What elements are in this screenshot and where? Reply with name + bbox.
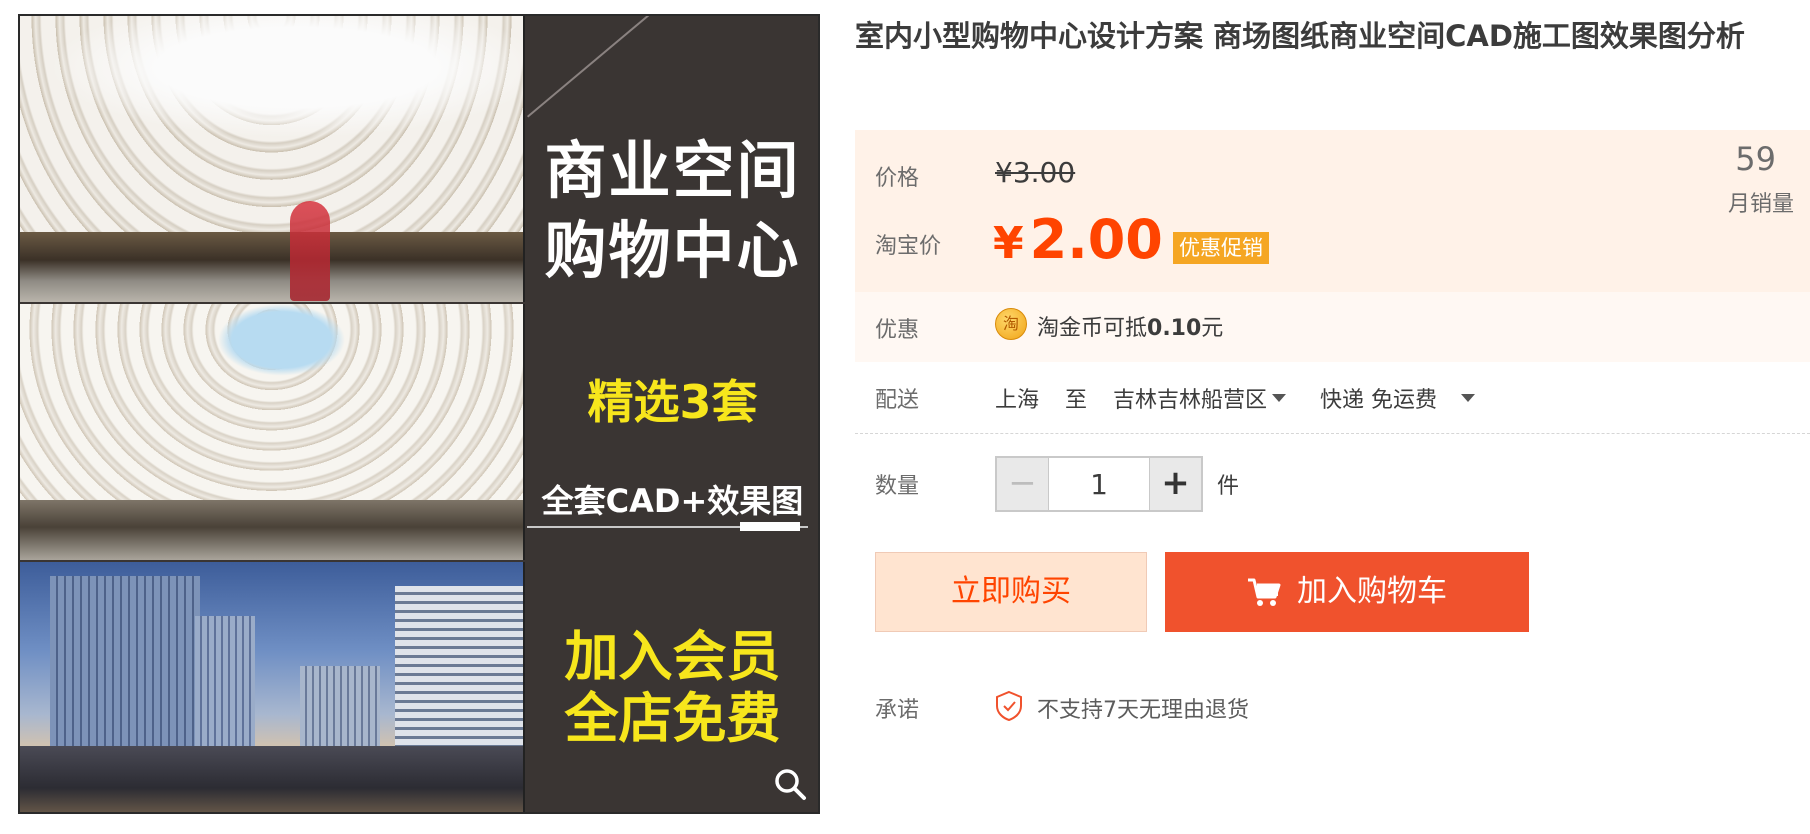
- decrease-quantity-button[interactable]: −: [997, 458, 1049, 510]
- ship-method[interactable]: 快递 免运费: [1320, 382, 1437, 414]
- quantity-input[interactable]: [1049, 458, 1149, 510]
- shipping-row: 配送 上海 至 吉林吉林船营区 快递 免运费: [855, 362, 1810, 434]
- product-title: 室内小型购物中心设计方案 商场图纸商业空间CAD施工图效果图分析: [855, 19, 1745, 53]
- mall-atrium-photo-2: [20, 304, 525, 560]
- ship-destination[interactable]: 吉林吉林船营区: [1113, 382, 1267, 414]
- promo-banner: 商业空间 购物中心 精选3套 全套CAD+效果图 加入会员 全店免费: [527, 16, 818, 812]
- coupon-row: 优惠 淘 淘金币可抵0.10元: [855, 292, 1810, 362]
- coupon-amount: 0.10: [1147, 316, 1202, 341]
- add-to-cart-label: 加入购物车: [1297, 574, 1447, 609]
- promise-label: 承诺: [875, 698, 920, 723]
- promo-divider-mark: [740, 522, 800, 531]
- promo-line-1: 商业空间: [544, 134, 801, 207]
- caret-down-icon[interactable]: [1461, 394, 1475, 402]
- shipping-label: 配送: [875, 388, 920, 413]
- coupon-text-suffix: 元: [1201, 316, 1224, 341]
- mall-exterior-photo: [20, 562, 525, 812]
- promo-member-line-1: 加入会员: [564, 625, 781, 688]
- coin-icon: 淘: [995, 308, 1027, 340]
- quantity-row: 数量 − + 件: [855, 454, 1810, 514]
- taobao-price-value: 2.00: [1029, 208, 1163, 271]
- product-main-image[interactable]: 商业空间 购物中心 精选3套 全套CAD+效果图 加入会员 全店免费: [18, 14, 820, 814]
- promo-cad-text: 全套CAD+效果图: [541, 482, 804, 520]
- promo-headline: 商业空间 购物中心: [527, 131, 818, 291]
- promo-badge: 优惠促销: [1173, 232, 1269, 264]
- taobao-price-label: 淘宝价: [875, 234, 942, 259]
- coupon-text: 淘金币可抵0.10元: [1037, 310, 1223, 342]
- shield-check-icon: [996, 690, 1022, 722]
- promo-member-text: 加入会员 全店免费: [527, 626, 818, 750]
- original-price: ¥3.00: [995, 156, 1076, 189]
- caret-down-icon[interactable]: [1272, 394, 1286, 402]
- quantity-stepper: − +: [995, 456, 1203, 512]
- monthly-sales-label: 月销量: [1727, 192, 1794, 217]
- promise-text: 不支持7天无理由退货: [1037, 698, 1249, 723]
- quantity-unit: 件: [1217, 474, 1240, 499]
- increase-quantity-button[interactable]: +: [1149, 458, 1201, 510]
- promo-sets-text: 精选3套: [587, 375, 758, 429]
- promo-line-2: 购物中心: [544, 214, 801, 287]
- coupon-label: 优惠: [875, 318, 920, 343]
- coupon-text-prefix: 淘金币可抵: [1037, 316, 1148, 341]
- cart-icon: [1248, 578, 1281, 606]
- price-label: 价格: [875, 166, 920, 191]
- buy-now-button[interactable]: 立即购买: [875, 552, 1147, 632]
- ship-from: 上海: [995, 388, 1040, 413]
- search-icon[interactable]: [772, 766, 808, 802]
- ship-to-word: 至: [1065, 388, 1088, 413]
- currency-symbol: ¥: [993, 218, 1024, 269]
- promo-member-line-2: 全店免费: [564, 687, 781, 750]
- add-to-cart-button[interactable]: 加入购物车: [1165, 552, 1529, 632]
- quantity-label: 数量: [875, 474, 920, 499]
- price-panel: 价格 ¥3.00 淘宝价 ¥2.00 优惠促销 59 月销量: [855, 130, 1810, 292]
- monthly-sales-count: 59: [1735, 140, 1776, 178]
- mall-atrium-photo-1: [20, 16, 525, 302]
- taobao-price: ¥2.00: [993, 210, 1163, 274]
- promise-row: 承诺 不支持7天无理由退货: [855, 686, 1810, 728]
